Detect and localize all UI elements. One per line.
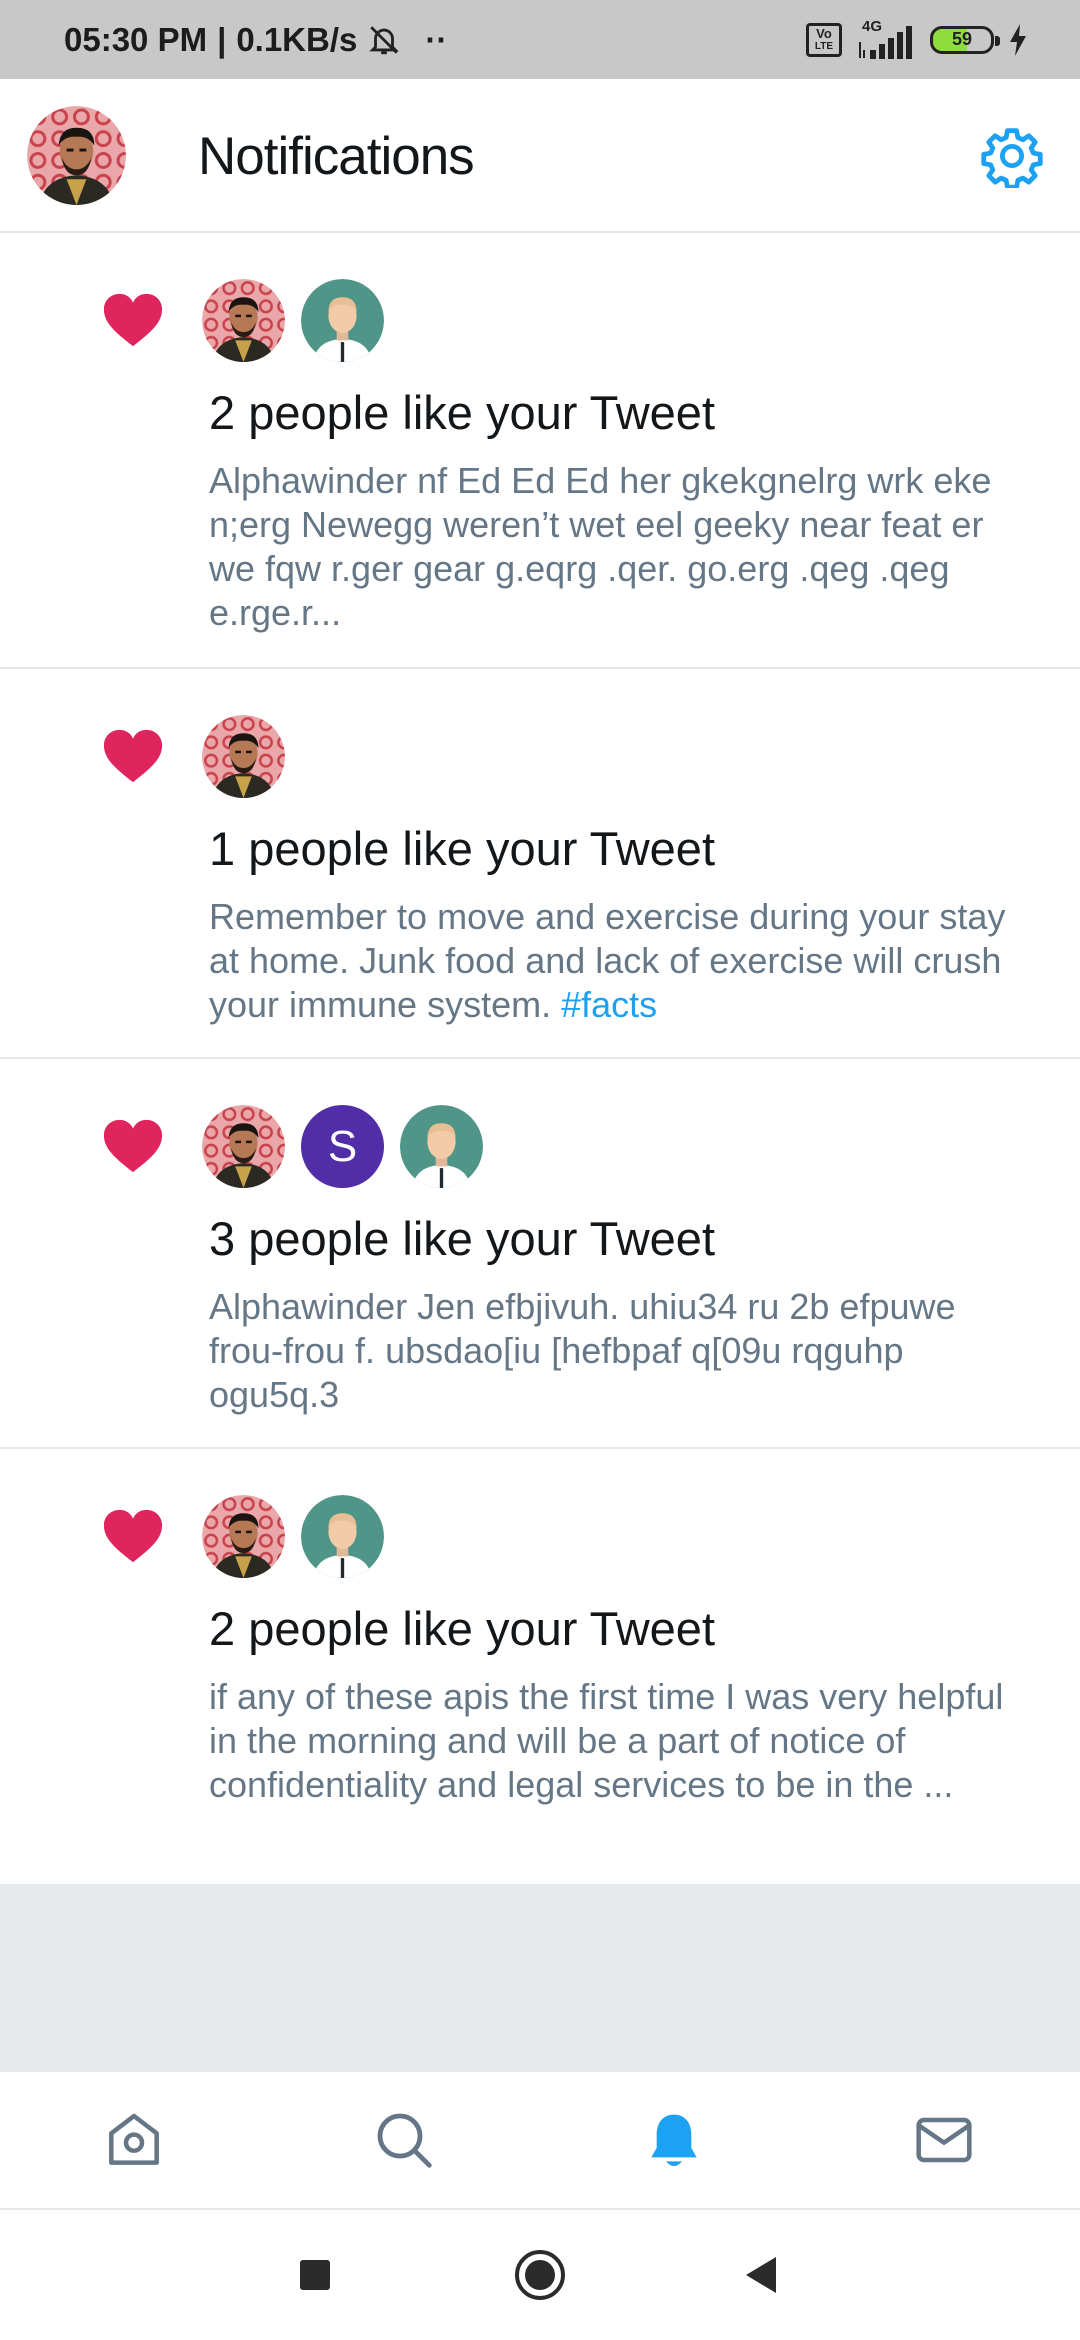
bottom-tab-bar	[0, 2070, 1080, 2210]
status-time: 05:30 PM	[64, 20, 208, 58]
status-bar: 05:30 PM | 0.1KB/s ·· Vo LTE 4G 59	[0, 0, 1080, 79]
page-title: Notifications	[198, 126, 475, 186]
status-right: Vo LTE 4G 59	[806, 0, 1028, 79]
app-header: Notifications	[0, 79, 1080, 233]
gear-icon[interactable]	[980, 124, 1044, 188]
mail-icon[interactable]	[912, 2108, 976, 2172]
tweet-preview: Remember to move and exercise during you…	[209, 896, 1006, 1025]
signal-indicator: 4G	[856, 18, 916, 60]
bell-icon[interactable]	[642, 2108, 706, 2172]
profile-avatar[interactable]	[27, 106, 126, 205]
user-avatar[interactable]	[202, 1105, 285, 1188]
notification-item[interactable]: S 3 people like your Tweet Alphawinder J…	[0, 1059, 1080, 1449]
signal-bars-icon	[859, 25, 912, 59]
mute-bell-icon	[369, 25, 400, 54]
user-avatar[interactable]	[202, 715, 285, 798]
tweet-preview: Alphawinder Jen efbjivuh. uhiu34 ru 2b e…	[209, 1286, 956, 1415]
charging-bolt-icon	[1010, 23, 1026, 56]
notification-headline: 1 people like your Tweet	[209, 822, 716, 875]
generic-man-avatar[interactable]	[400, 1105, 483, 1188]
recents-button[interactable]	[298, 2258, 332, 2292]
user-avatar[interactable]	[202, 1495, 285, 1578]
liker-avatars	[202, 1495, 384, 1578]
notification-headline: 2 people like your Tweet	[209, 386, 716, 439]
notification-item[interactable]: 2 people like your Tweet Alphawinder nf …	[0, 233, 1080, 669]
heart-icon	[102, 727, 164, 785]
liker-avatars	[202, 715, 285, 798]
notification-headline: 3 people like your Tweet	[209, 1212, 716, 1265]
system-navigation-bar	[0, 2210, 1080, 2340]
liker-avatars	[202, 279, 384, 362]
notification-item[interactable]: 2 people like your Tweet if any of these…	[0, 1449, 1080, 1884]
home-button[interactable]	[514, 2249, 566, 2301]
heart-icon	[102, 1117, 164, 1175]
notification-list: 2 people like your Tweet Alphawinder nf …	[0, 233, 1080, 1884]
heart-icon	[102, 291, 164, 349]
battery-indicator: 59	[930, 25, 1000, 54]
user-avatar[interactable]	[202, 279, 285, 362]
more-notifications-dots: ··	[425, 20, 448, 58]
volte-badge: Vo LTE	[806, 22, 842, 57]
tweet-preview: if any of these apis the first time I wa…	[209, 1676, 1004, 1805]
letter-avatar[interactable]: S	[301, 1105, 384, 1188]
notification-headline: 2 people like your Tweet	[209, 1602, 716, 1655]
back-button[interactable]	[742, 2255, 780, 2295]
generic-man-avatar[interactable]	[301, 1495, 384, 1578]
liker-avatars: S	[202, 1105, 483, 1188]
status-left: 05:30 PM | 0.1KB/s ··	[64, 20, 448, 58]
search-icon[interactable]	[372, 2108, 436, 2172]
network-speed: 0.1KB/s	[236, 20, 358, 58]
hashtag-link[interactable]: #facts	[561, 984, 657, 1025]
tweet-preview: Alphawinder nf Ed Ed Ed her gkekgnelrg w…	[209, 460, 992, 633]
notification-item[interactable]: 1 people like your Tweet Remember to mov…	[0, 669, 1080, 1059]
generic-man-avatar[interactable]	[301, 279, 384, 362]
home-icon[interactable]	[102, 2108, 166, 2172]
heart-icon	[102, 1507, 164, 1565]
empty-list-area	[0, 1884, 1080, 2070]
